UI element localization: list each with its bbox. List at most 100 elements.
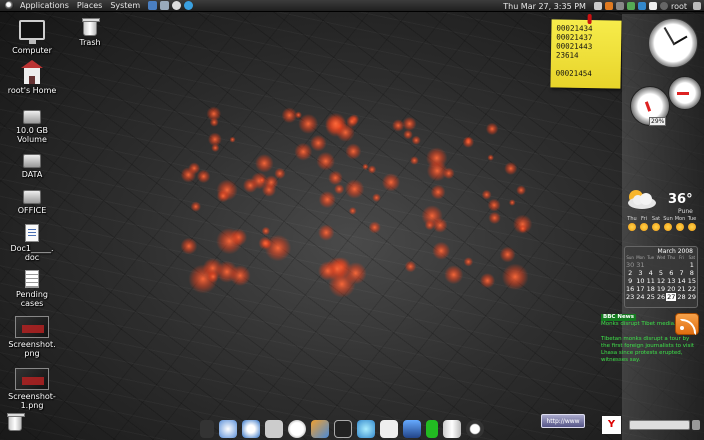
calendar-day[interactable]: 27: [666, 293, 677, 301]
launcher-network-icon[interactable]: [184, 1, 194, 10]
ram-gauge-widget[interactable]: [668, 76, 702, 110]
calendar-day[interactable]: 9: [625, 277, 635, 285]
desktop-icon-screenshot[interactable]: Screenshot.png: [4, 316, 60, 358]
calendar-day[interactable]: 24: [635, 293, 645, 301]
glow-spot: [261, 226, 271, 236]
calendar-day[interactable]: 25: [646, 293, 656, 301]
dock-clock-icon[interactable]: [288, 420, 306, 438]
calendar-day[interactable]: 26: [656, 293, 666, 301]
launcher-mail-icon[interactable]: [160, 1, 170, 10]
dock-arrow-icon[interactable]: [200, 420, 214, 438]
launcher-browser-icon[interactable]: [148, 1, 158, 10]
tray-mail-icon[interactable]: [615, 2, 624, 10]
calendar-day[interactable]: 29: [687, 293, 697, 301]
text-file-icon: [25, 270, 39, 288]
launcher-help-icon[interactable]: [172, 1, 182, 10]
desktop-icon-doc1[interactable]: Doc1_____.doc: [4, 224, 60, 262]
calendar-day[interactable]: 23: [625, 293, 635, 301]
desktop-icon-label: Doc1_____.doc: [10, 244, 54, 262]
menu-system[interactable]: System: [110, 1, 140, 10]
desktop-icon-home[interactable]: root's Home: [4, 60, 60, 95]
calendar-day[interactable]: 28: [676, 293, 686, 301]
calendar-day[interactable]: 30: [625, 261, 635, 269]
desktop-icon-office[interactable]: OFFICE: [4, 190, 60, 215]
glow-spot: [316, 151, 335, 171]
calendar-day[interactable]: 2: [625, 269, 635, 277]
calendar-day[interactable]: 16: [625, 285, 635, 293]
glow-spot: [516, 185, 526, 196]
desktop-icon-data[interactable]: DATA: [4, 154, 60, 179]
calendar-day[interactable]: 12: [656, 277, 666, 285]
glow-spot: [229, 136, 236, 143]
volume-icon[interactable]: [693, 2, 701, 10]
tray-network-icon[interactable]: [637, 2, 646, 10]
dock-editor-icon[interactable]: [311, 420, 329, 438]
calendar-day[interactable]: 14: [676, 277, 686, 285]
glow-spot: [404, 260, 417, 273]
dock-search-icon[interactable]: [357, 420, 375, 438]
glow-spot: [444, 265, 464, 285]
glow-spot: [432, 241, 451, 260]
search-input[interactable]: [629, 420, 691, 430]
desktop-icon-volume[interactable]: 10.0 GB Volume: [4, 110, 60, 144]
calendar-widget[interactable]: March 2008 Sun Mon Tue Wed Thu Fri Sat 30 31 1 2 3…: [624, 246, 698, 308]
calendar-day[interactable]: 22: [687, 285, 697, 293]
news-body: Tibetan monks disrupt a tour by the firs…: [601, 336, 695, 363]
news-source[interactable]: BBC News: [601, 314, 637, 321]
calendar-day[interactable]: 4: [646, 269, 656, 277]
calendar-day[interactable]: 31: [635, 261, 645, 269]
calendar-day[interactable]: 13: [666, 277, 676, 285]
distro-logo-icon[interactable]: [5, 1, 14, 10]
forecast-day: Thu: [626, 216, 638, 231]
dock-media-player-icon[interactable]: [242, 420, 260, 438]
desktop-icon-trash[interactable]: Trash: [62, 18, 118, 47]
glow-spot: [426, 160, 448, 182]
calendar-day[interactable]: 18: [646, 285, 656, 293]
dock-network-icon[interactable]: [219, 420, 237, 438]
panel-username[interactable]: root: [671, 2, 687, 11]
calendar-day: [676, 261, 686, 269]
dock-camera-icon[interactable]: [265, 420, 283, 438]
tray-firefox-icon[interactable]: [604, 2, 613, 10]
calendar-day[interactable]: 1: [687, 261, 697, 269]
tray-display-icon[interactable]: [648, 2, 657, 10]
trash-icon: [82, 18, 100, 36]
url-launcher-button[interactable]: http://www: [541, 414, 585, 428]
search-go-button[interactable]: [692, 420, 700, 430]
desktop-icon-computer[interactable]: Computer: [4, 20, 60, 55]
yahoo-logo-icon[interactable]: Y: [602, 416, 622, 434]
analog-clock-widget[interactable]: [648, 18, 698, 68]
dock-trash-icon[interactable]: [7, 413, 25, 431]
calendar-day[interactable]: 8: [687, 269, 697, 277]
tray-notes-icon[interactable]: [593, 2, 602, 10]
menu-applications[interactable]: Applications: [20, 1, 69, 10]
tray-update-icon[interactable]: [626, 2, 635, 10]
dock-battery-icon[interactable]: [426, 420, 438, 438]
rss-feed-icon[interactable]: [675, 313, 699, 335]
dock-chart-icon[interactable]: [380, 420, 398, 438]
calendar-day[interactable]: 17: [635, 285, 645, 293]
cpu-gauge-widget[interactable]: 29%: [630, 86, 670, 126]
calendar-day[interactable]: 20: [666, 285, 676, 293]
desktop-icon-label: Computer: [12, 46, 52, 55]
calendar-day[interactable]: 19: [656, 285, 666, 293]
calendar-day[interactable]: 11: [646, 277, 656, 285]
dock-display-icon[interactable]: [403, 420, 421, 438]
dock-trash-icon[interactable]: [443, 420, 461, 438]
calendar-day[interactable]: 21: [676, 285, 686, 293]
calendar-day[interactable]: 3: [635, 269, 645, 277]
desktop-icon-screenshot-1[interactable]: Screenshot-1.png: [4, 368, 60, 410]
desktop-icon-pending-cases[interactable]: Pending cases: [4, 270, 60, 308]
calendar-day[interactable]: 5: [656, 269, 666, 277]
dock-terminal-icon[interactable]: [334, 420, 352, 438]
sticky-note[interactable]: 00021434 00021437 00021443 23614 0002145…: [550, 14, 622, 89]
calendar-day[interactable]: 6: [666, 269, 676, 277]
menu-places[interactable]: Places: [77, 1, 102, 10]
calendar-day[interactable]: 15: [687, 277, 697, 285]
calendar-day[interactable]: 7: [676, 269, 686, 277]
dock-power-icon[interactable]: [466, 420, 484, 438]
top-panel: Applications Places System Thu Mar 27, 3…: [0, 0, 704, 12]
panel-clock[interactable]: Thu Mar 27, 3:35 PM: [503, 2, 586, 11]
calendar-day[interactable]: 10: [635, 277, 645, 285]
weather-widget[interactable]: 36° Pune Thu Fri Sat Sun Mon Tue: [624, 184, 700, 240]
